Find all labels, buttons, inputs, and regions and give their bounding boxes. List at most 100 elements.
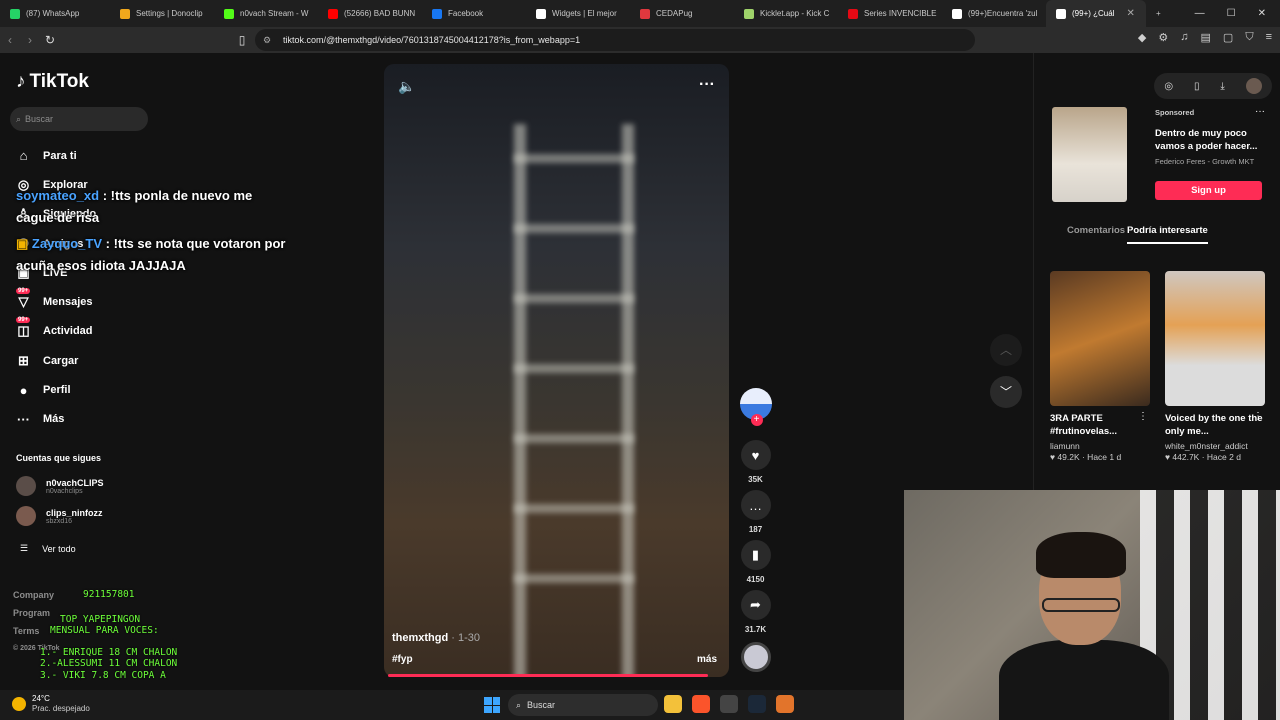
wallet-icon[interactable]: ▢ bbox=[1223, 31, 1233, 44]
suggested-video-card[interactable]: Voiced by the one the only me... white_m… bbox=[1165, 271, 1265, 462]
tab-comments[interactable]: Comentarios bbox=[1067, 225, 1127, 244]
reload-icon[interactable]: ↻ bbox=[40, 33, 60, 47]
video-frame bbox=[504, 124, 644, 677]
card-thumbnail[interactable] bbox=[1050, 271, 1150, 406]
video-progress-bar[interactable] bbox=[388, 674, 709, 677]
card-options-icon[interactable]: ⋮ bbox=[1138, 411, 1148, 422]
creator-avatar[interactable]: + bbox=[739, 388, 772, 426]
like-action[interactable]: ♥ 35K bbox=[740, 440, 771, 484]
phone-icon[interactable]: ▯ bbox=[1194, 81, 1200, 92]
browser-tab[interactable]: CEDAPug bbox=[630, 0, 734, 27]
comment-action[interactable]: … 187 bbox=[740, 490, 771, 534]
new-tab-button[interactable]: + bbox=[1146, 0, 1171, 27]
extension-icon[interactable]: ◆ bbox=[1138, 31, 1146, 44]
action-rail: + ♥ 35K … 187 ▮ 4150 ➦ 31.7K bbox=[738, 388, 773, 672]
start-button[interactable] bbox=[484, 697, 500, 713]
forward-icon[interactable]: › bbox=[20, 33, 40, 47]
next-video-button[interactable]: ﹀ bbox=[990, 376, 1022, 408]
badge-icon: ▣ bbox=[16, 236, 29, 251]
browser-tab[interactable]: Settings | Donoclip bbox=[110, 0, 214, 27]
sidebar-item[interactable]: ··· Más bbox=[16, 405, 96, 434]
card-title[interactable]: Voiced by the one the only me... bbox=[1165, 412, 1265, 438]
save-action[interactable]: ▮ 4150 bbox=[740, 540, 771, 584]
chat-message: ▣ Zayquo_TV : !tts se nota que votaron p… bbox=[16, 233, 286, 277]
browser-tab[interactable]: n0vach Stream - W bbox=[214, 0, 318, 27]
more-options-icon[interactable]: ··· bbox=[699, 76, 715, 94]
bookmark-icon[interactable]: ▯ bbox=[232, 33, 252, 47]
card-title[interactable]: 3RA PARTE #frutinovelas... bbox=[1050, 412, 1150, 438]
video-player[interactable]: 🔈 ··· themxthgd · 1-30 #fyp más bbox=[384, 64, 729, 677]
video-author[interactable]: themxthgd · 1-30 bbox=[392, 632, 480, 644]
sign-up-button[interactable]: Sign up bbox=[1155, 181, 1262, 200]
follow-plus-icon[interactable]: + bbox=[750, 414, 763, 426]
menu-icon[interactable]: ≡ bbox=[1266, 31, 1272, 44]
site-settings-icon[interactable]: ⚙ bbox=[263, 35, 271, 46]
browser-tab[interactable]: Series INVENCIBLE bbox=[838, 0, 942, 27]
donation-entry: 3.- VIKI 7.8 CM COPA A bbox=[40, 669, 166, 681]
card-thumbnail[interactable] bbox=[1165, 271, 1265, 406]
brave-browser-icon[interactable] bbox=[692, 695, 710, 713]
browser-tab[interactable]: (52666) BAD BUNN bbox=[318, 0, 422, 27]
steam-icon[interactable] bbox=[748, 695, 766, 713]
comment-icon[interactable]: … bbox=[740, 490, 771, 520]
following-account[interactable]: n0vachCLIPS n0vachclips bbox=[16, 476, 104, 496]
browser-tab[interactable]: (87) WhatsApp bbox=[0, 0, 110, 27]
app-icon[interactable] bbox=[720, 695, 738, 713]
more-text-button[interactable]: más bbox=[697, 654, 717, 665]
volume-icon[interactable]: 🔈 bbox=[398, 78, 415, 95]
browser-tab[interactable]: (99+) ¿Cuál ✕ bbox=[1046, 0, 1146, 27]
video-hashtag[interactable]: #fyp bbox=[392, 654, 413, 665]
previous-video-button[interactable]: ︿ bbox=[990, 334, 1022, 366]
ad-thumbnail[interactable] bbox=[1052, 107, 1127, 202]
ad-options-icon[interactable]: ··· bbox=[1255, 106, 1265, 117]
browser-tab[interactable]: Facebook bbox=[422, 0, 526, 27]
sidebar-item-label: Cargar bbox=[43, 354, 79, 367]
avatar[interactable] bbox=[1245, 78, 1262, 94]
music-disc-icon[interactable] bbox=[740, 642, 771, 672]
sidebar-item[interactable]: ▽ 99+ Mensajes bbox=[16, 287, 96, 316]
share-action[interactable]: ➦ 31.7K bbox=[740, 590, 771, 634]
media-icon[interactable]: ♫ bbox=[1180, 31, 1188, 44]
close-tab-icon[interactable]: ✕ bbox=[1126, 8, 1134, 19]
chat-username: Zayquo_TV bbox=[31, 236, 102, 251]
tab-might-interest[interactable]: Podría interesarte bbox=[1127, 225, 1208, 244]
back-icon[interactable]: ‹ bbox=[0, 33, 20, 47]
home-icon: ⌂ bbox=[19, 148, 28, 164]
puzzle-icon[interactable]: ⚙ bbox=[1158, 31, 1168, 44]
tiktok-logo[interactable]: ♪ TikTok bbox=[16, 71, 89, 93]
following-account[interactable]: clips_ninfozz sbzxd16 bbox=[16, 506, 103, 526]
share-icon[interactable]: ➦ bbox=[740, 590, 771, 620]
suggested-video-card[interactable]: 3RA PARTE #frutinovelas... liamunn ♥ 49.… bbox=[1050, 271, 1150, 462]
app-4-icon[interactable] bbox=[776, 695, 794, 713]
shield-icon[interactable]: ⛉ bbox=[1245, 31, 1253, 44]
card-options-icon[interactable]: ⋮ bbox=[1253, 411, 1263, 422]
browser-tab[interactable]: (99+)Encuentra 'zul bbox=[942, 0, 1046, 27]
browser-tab[interactable]: Kicklet.app - Kick C bbox=[734, 0, 838, 27]
heart-icon[interactable]: ♥ bbox=[740, 440, 771, 470]
file-explorer-icon[interactable] bbox=[664, 695, 682, 713]
sidebar-item[interactable]: ⌂ Para ti bbox=[16, 141, 96, 170]
minimize-icon[interactable]: — bbox=[1195, 8, 1205, 19]
maximize-icon[interactable]: ☐ bbox=[1227, 8, 1236, 19]
close-window-icon[interactable]: ✕ bbox=[1258, 8, 1266, 19]
tiktok-note-icon: ♪ bbox=[16, 71, 26, 92]
sidebar-toggle-icon[interactable]: ▤ bbox=[1201, 31, 1211, 44]
card-user[interactable]: liamunn bbox=[1050, 441, 1150, 451]
download-icon[interactable]: ⤓ bbox=[1220, 81, 1224, 92]
bookmark-icon[interactable]: ▮ bbox=[740, 540, 771, 570]
sidebar-item[interactable]: ◫ 99+ Actividad bbox=[16, 317, 96, 346]
compass-icon[interactable]: ◎ bbox=[1164, 81, 1173, 92]
weather-widget[interactable]: 24°C Prac. despejado bbox=[12, 694, 90, 713]
card-stats: ♥ 442.7K · Hace 2 d bbox=[1165, 452, 1241, 462]
ad-title[interactable]: Dentro de muy poco vamos a poder hacer..… bbox=[1155, 127, 1265, 153]
browser-toolbar-icons: ◆ ⚙ ♫ ▤ ▢ ⛉ ≡ bbox=[1138, 31, 1272, 44]
browser-tab[interactable]: Widgets | El mejor bbox=[526, 0, 630, 27]
url-field[interactable]: ⚙ tiktok.com/@themxthgd/video/7601318745… bbox=[255, 29, 975, 51]
taskbar-search[interactable]: ⌕ Buscar bbox=[508, 694, 658, 716]
avatar bbox=[16, 506, 36, 526]
sidebar-item[interactable]: ● Perfil bbox=[16, 375, 96, 404]
see-all-button[interactable]: ☰ Ver todo bbox=[20, 543, 76, 554]
card-user[interactable]: white_m0nster_addict bbox=[1165, 441, 1265, 451]
sidebar-item[interactable]: ⊞ Cargar bbox=[16, 346, 96, 375]
search-input[interactable]: ⌕ Buscar bbox=[10, 107, 148, 131]
